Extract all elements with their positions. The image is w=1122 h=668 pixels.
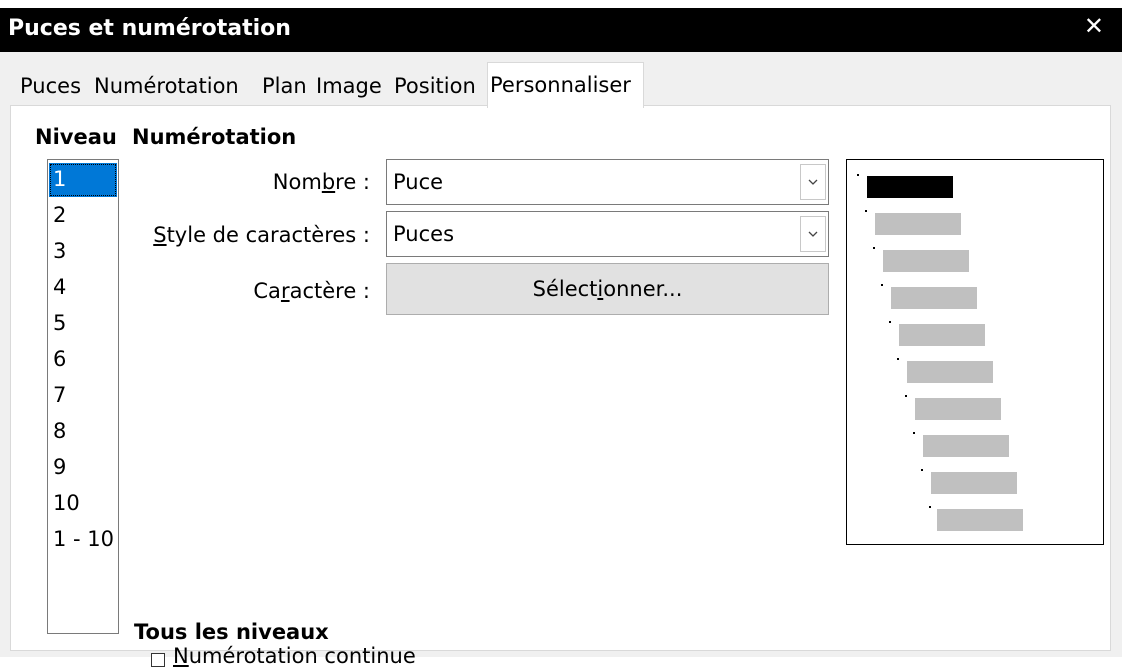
preview-bullet	[873, 247, 875, 249]
preview-line	[923, 435, 1009, 457]
preview-bullet	[913, 432, 915, 434]
level-item-9[interactable]: 9	[49, 451, 117, 485]
window-title: Puces et numérotation	[8, 16, 291, 41]
level-item-10[interactable]: 10	[49, 487, 117, 521]
tab-position[interactable]: Position	[394, 68, 476, 106]
tab-puces[interactable]: Puces	[20, 68, 82, 106]
level-list[interactable]: 1 2 3 4 5 6 7 8 9 10 1 - 10	[47, 159, 119, 634]
char-style-dropdown-button[interactable]	[800, 216, 826, 252]
numbering-heading: Numérotation	[132, 125, 297, 149]
character-label: Caractère :	[253, 279, 370, 303]
preview-line	[937, 509, 1023, 531]
char-style-value: Puces	[393, 222, 455, 246]
preview-line	[907, 361, 993, 383]
preview-bullet	[865, 210, 867, 212]
preview-line	[915, 398, 1001, 420]
tab-personnaliser[interactable]: Personnaliser	[487, 62, 644, 108]
level-item-2[interactable]: 2	[49, 199, 117, 233]
customize-panel: Niveau Numérotation 1 2 3 4 5 6 7 8 9 10…	[10, 105, 1111, 668]
level-item-all[interactable]: 1 - 10	[49, 523, 117, 557]
all-levels-heading: Tous les niveaux	[134, 620, 329, 644]
preview-line	[867, 176, 953, 198]
level-item-8[interactable]: 8	[49, 415, 117, 449]
level-item-1[interactable]: 1	[49, 163, 117, 197]
preview-line	[931, 472, 1017, 494]
tab-image[interactable]: Image	[316, 68, 382, 106]
continuous-numbering-label[interactable]: Numérotation continue	[173, 644, 416, 668]
preview-bullet	[857, 174, 859, 176]
level-item-5[interactable]: 5	[49, 307, 117, 341]
preview-line	[883, 250, 969, 272]
select-character-button[interactable]: Sélectionner...	[386, 263, 829, 315]
level-item-6[interactable]: 6	[49, 343, 117, 377]
char-style-label: Style de caractères :	[153, 223, 370, 247]
number-dropdown-button[interactable]	[800, 164, 826, 200]
continuous-numbering-checkbox[interactable]	[151, 653, 165, 667]
level-item-4[interactable]: 4	[49, 271, 117, 305]
preview-line	[891, 287, 977, 309]
preview-bullet	[921, 469, 923, 471]
preview-line	[875, 213, 961, 235]
preview-bullet	[897, 358, 899, 360]
number-select[interactable]: Puce	[386, 159, 829, 205]
close-icon[interactable]: ✕	[1084, 12, 1104, 41]
tab-numerotation[interactable]: Numérotation	[94, 68, 239, 106]
tab-plan[interactable]: Plan	[262, 68, 307, 106]
chevron-down-icon	[808, 231, 818, 237]
number-select-value: Puce	[393, 170, 444, 194]
level-item-7[interactable]: 7	[49, 379, 117, 413]
preview-bullet	[929, 506, 931, 508]
preview-bullet	[881, 284, 883, 286]
preview-line	[899, 324, 985, 346]
number-label: Nombre :	[272, 170, 370, 194]
numbering-preview	[846, 159, 1104, 545]
dialog-body: Puces Numérotation Plan Image Position P…	[0, 52, 1122, 668]
title-bar: Puces et numérotation ✕	[0, 8, 1122, 52]
level-item-3[interactable]: 3	[49, 235, 117, 269]
level-heading: Niveau	[35, 125, 117, 149]
chevron-down-icon	[808, 179, 818, 185]
preview-bullet	[905, 395, 907, 397]
char-style-select[interactable]: Puces	[386, 211, 829, 257]
preview-bullet	[889, 321, 891, 323]
